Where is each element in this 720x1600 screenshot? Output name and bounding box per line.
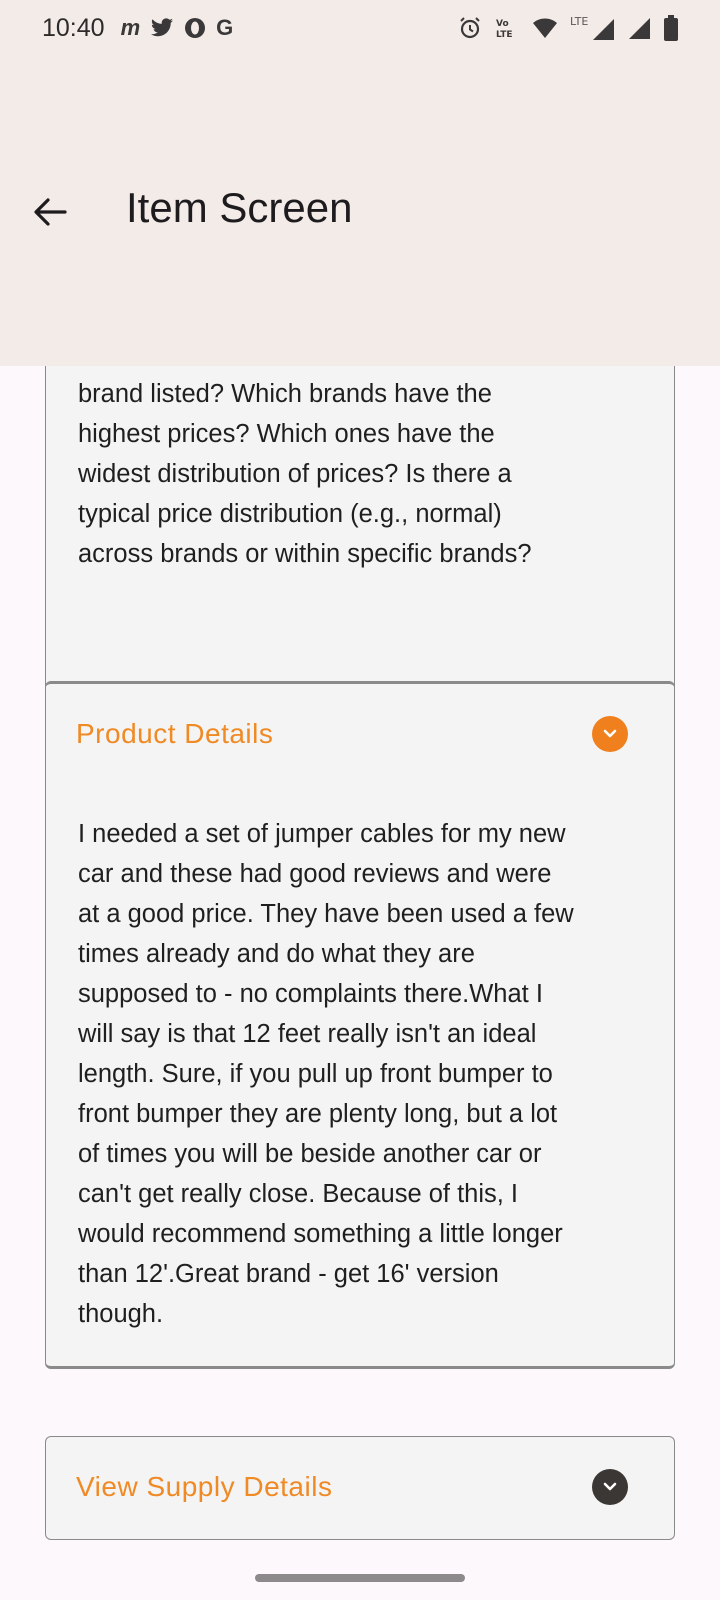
alarm-icon xyxy=(460,17,480,39)
chevron-down-icon xyxy=(603,1482,617,1491)
app-bar: Item Screen xyxy=(0,56,720,366)
back-button[interactable] xyxy=(24,186,76,238)
status-time: 10:40 xyxy=(42,13,105,42)
chevron-down-icon xyxy=(603,729,617,738)
svg-text:Vo: Vo xyxy=(496,19,509,29)
product-details-title: Product Details xyxy=(76,718,274,749)
opera-icon xyxy=(185,18,206,38)
twitter-icon xyxy=(151,18,174,37)
gesture-nav-handle[interactable] xyxy=(255,1574,465,1582)
supply-details-title: View Supply Details xyxy=(76,1471,333,1502)
product-details-text: I needed a set of jumper cables for my n… xyxy=(78,820,574,1328)
supply-details-card[interactable]: View Supply Details xyxy=(45,1436,675,1540)
svg-text:LTE: LTE xyxy=(570,15,588,28)
status-system-icons: Vo LTE LTE xyxy=(458,15,678,41)
battery-icon xyxy=(664,15,678,41)
volte-icon: Vo LTE xyxy=(496,19,513,40)
svg-text:LTE: LTE xyxy=(496,30,513,40)
status-app-icons: m G xyxy=(121,15,234,41)
scroll-content[interactable]: brand listed? Which brands have the high… xyxy=(0,366,720,1600)
arrow-back-icon xyxy=(34,198,67,226)
signal-lte-icon: LTE xyxy=(570,15,614,40)
supply-details-header[interactable]: View Supply Details xyxy=(46,1437,674,1537)
signal-icon xyxy=(629,18,650,39)
m-app-icon: m xyxy=(120,15,141,40)
expand-toggle[interactable] xyxy=(592,1469,628,1505)
collapse-toggle[interactable] xyxy=(592,716,628,752)
page-title: Item Screen xyxy=(126,184,353,231)
wifi-icon xyxy=(533,18,557,38)
product-details-header[interactable]: Product Details xyxy=(46,684,674,784)
product-details-card: Product Details I needed a set of jumper… xyxy=(45,681,675,1369)
google-icon: G xyxy=(216,15,234,40)
description-text: brand listed? Which brands have the high… xyxy=(78,380,532,568)
status-bar: 10:40 m G Vo LTE LTE xyxy=(0,0,720,56)
